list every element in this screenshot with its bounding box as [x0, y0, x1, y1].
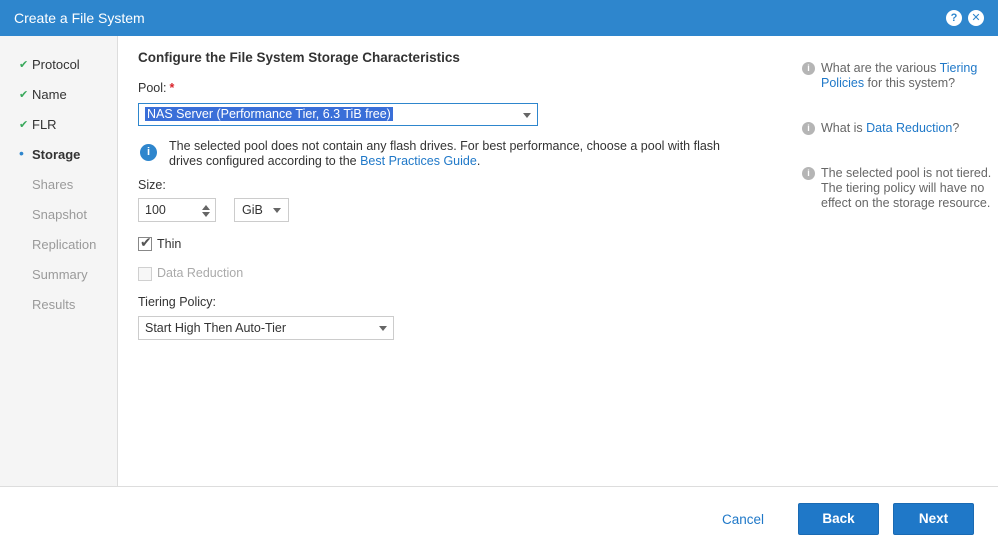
increment-icon[interactable]	[202, 205, 210, 210]
thin-label: Thin	[157, 237, 182, 251]
dialog-titlebar: Create a File System ? ✕	[0, 0, 998, 36]
chevron-down-icon	[379, 326, 387, 331]
storage-settings-panel: Configure the File System Storage Charac…	[118, 36, 778, 486]
back-button[interactable]: Back	[798, 503, 879, 535]
pool-label: Pool: *	[138, 81, 174, 95]
step-snapshot: Snapshot	[0, 206, 118, 226]
pool-label-text: Pool:	[138, 81, 167, 95]
data-reduction-label: Data Reduction	[157, 266, 244, 280]
help-q2-start: What is	[821, 121, 867, 135]
size-unit-value: GiB	[242, 203, 263, 217]
help-text: What is Data Reduction?	[821, 121, 993, 136]
checkmark-icon: ✔	[140, 234, 152, 250]
check-icon: ✔	[19, 59, 29, 71]
decrement-icon[interactable]	[202, 212, 210, 217]
step-shares: Shares	[0, 176, 118, 196]
step-label: Protocol	[32, 57, 80, 72]
step-protocol[interactable]: ✔ Protocol	[0, 56, 118, 76]
step-label: Shares	[32, 177, 74, 192]
close-icon[interactable]: ✕	[968, 10, 984, 26]
help-note-text: The selected pool is not tiered. The tie…	[821, 166, 992, 210]
pool-selected-value: NAS Server (Performance Tier, 6.3 TiB fr…	[145, 107, 393, 121]
tiering-policy-value: Start High Then Auto-Tier	[145, 321, 287, 335]
info-icon: i	[802, 122, 815, 135]
tiering-policy-select[interactable]: Start High Then Auto-Tier	[138, 316, 394, 340]
help-q1-start: What are the various	[821, 61, 940, 75]
wizard-steps-sidebar: ✔ Protocol ✔ Name ✔ FLR • Storage Shares…	[0, 36, 118, 486]
help-q2-end: ?	[952, 121, 960, 135]
chevron-down-icon	[523, 113, 531, 118]
next-button[interactable]: Next	[893, 503, 974, 535]
pool-select[interactable]: NAS Server (Performance Tier, 6.3 TiB fr…	[138, 103, 538, 126]
step-results: Results	[0, 296, 118, 316]
step-label: Results	[32, 297, 76, 312]
step-replication: Replication	[0, 236, 118, 256]
thin-checkbox[interactable]: ✔	[138, 234, 152, 251]
cancel-button[interactable]: Cancel	[712, 509, 774, 529]
help-panel: i What are the various Tiering Policies …	[802, 36, 992, 486]
note-text-end: .	[476, 154, 481, 168]
create-file-system-dialog: Create a File System ? ✕ ✔ Protocol ✔ Na…	[0, 0, 998, 549]
check-icon: ✔	[19, 119, 29, 131]
step-summary: Summary	[0, 266, 118, 286]
step-label: Snapshot	[32, 207, 87, 222]
step-name[interactable]: ✔ Name	[0, 86, 118, 106]
info-icon: i	[802, 62, 815, 75]
note-text: The selected pool does not contain any f…	[169, 139, 749, 169]
size-unit-select[interactable]: GiB	[234, 198, 289, 222]
step-label: Replication	[32, 237, 97, 252]
help-text: What are the various Tiering Policies fo…	[821, 61, 993, 91]
step-label: Name	[32, 87, 67, 102]
check-icon: ✔	[19, 89, 29, 101]
step-flr[interactable]: ✔ FLR	[0, 116, 118, 136]
size-value: 100	[145, 203, 166, 217]
tiering-policy-label: Tiering Policy:	[138, 295, 217, 309]
help-icon[interactable]: ?	[946, 10, 962, 26]
best-practices-guide-link[interactable]: Best Practices Guide	[360, 154, 477, 168]
required-marker: *	[169, 81, 175, 95]
help-q1-end: for this system?	[864, 76, 956, 90]
dialog-title: Create a File System	[14, 10, 145, 26]
info-icon: i	[802, 167, 815, 180]
size-label: Size:	[138, 178, 166, 192]
chevron-down-icon	[273, 208, 281, 213]
data-reduction-checkbox	[138, 267, 152, 281]
step-label: Summary	[32, 267, 88, 282]
info-icon: i	[140, 144, 157, 161]
data-reduction-link[interactable]: Data Reduction	[866, 121, 952, 135]
step-storage[interactable]: • Storage	[0, 145, 118, 166]
current-step-dot-icon: •	[19, 145, 24, 161]
size-input[interactable]: 100	[138, 198, 216, 222]
section-title: Configure the File System Storage Charac…	[138, 50, 460, 65]
dialog-footer: Cancel Back Next	[0, 486, 998, 549]
step-label: Storage	[32, 147, 81, 162]
step-label: FLR	[32, 117, 57, 132]
